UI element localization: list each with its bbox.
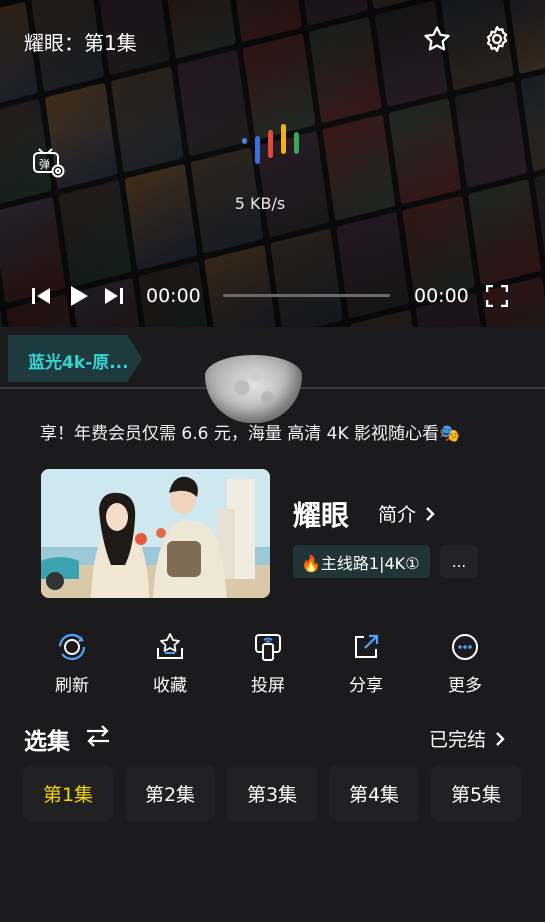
play-icon[interactable] — [68, 283, 90, 309]
gear-icon[interactable] — [480, 22, 514, 56]
player-title: 耀眼：第1集 — [24, 31, 137, 55]
current-time: 00:00 — [146, 285, 201, 307]
skip-next-icon[interactable] — [103, 283, 125, 309]
more-button[interactable]: 更多 — [430, 632, 500, 696]
sort-swap-icon[interactable] — [84, 723, 112, 749]
episode-status-label: 已完结 — [429, 729, 487, 751]
more-label: 更多 — [448, 676, 482, 696]
show-thumbnail[interactable] — [41, 469, 270, 598]
star-icon[interactable] — [420, 22, 454, 56]
cast-label: 投屏 — [251, 676, 285, 696]
refresh-button[interactable]: 刷新 — [37, 632, 107, 696]
seek-bar[interactable] — [223, 294, 390, 297]
share-button[interactable]: 分享 — [331, 632, 401, 696]
episode-button[interactable]: 第3集 — [227, 766, 317, 821]
more-lines-chip[interactable]: ... — [440, 545, 478, 578]
refresh-label: 刷新 — [55, 676, 89, 696]
favorite-icon — [157, 633, 183, 659]
episode-button[interactable]: 第1集 — [23, 766, 113, 821]
line-selector-chip[interactable]: 🔥主线路1|4K① — [293, 545, 430, 578]
favorite-label: 收藏 — [153, 676, 187, 696]
cast-screen-icon — [255, 634, 281, 661]
favorite-button[interactable]: 收藏 — [135, 632, 205, 696]
episode-button[interactable]: 第4集 — [329, 766, 419, 821]
chevron-right-icon — [426, 506, 435, 521]
svg-text:弹: 弹 — [39, 157, 50, 171]
danmaku-settings-icon[interactable]: 弹 — [30, 144, 66, 180]
fullscreen-icon[interactable] — [485, 283, 509, 309]
refresh-icon — [58, 633, 86, 661]
source-tab-active[interactable]: 蓝光4k-原... — [8, 335, 142, 382]
announcement-marquee: 享！年费会员仅需 6.6 元，海量 高清 4K 影视随心看🎭 — [40, 424, 461, 444]
video-player[interactable]: 耀眼：第1集 弹 5 KB/s 00:00 00:00 — [0, 0, 545, 327]
episode-button[interactable]: 第2集 — [125, 766, 215, 821]
episode-button[interactable]: 第5集 — [431, 766, 521, 821]
total-time: 00:00 — [414, 285, 469, 307]
episode-status-link[interactable]: 已完结 — [429, 725, 506, 752]
download-speed: 5 KB/s — [234, 194, 286, 213]
skip-previous-icon[interactable] — [30, 283, 52, 309]
chevron-right-icon — [496, 731, 505, 746]
more-icon — [452, 634, 478, 660]
share-icon — [355, 634, 379, 658]
moon-decoration — [205, 355, 302, 423]
loading-indicator — [242, 124, 299, 164]
episodes-header: 选集 — [24, 729, 70, 755]
share-label: 分享 — [349, 676, 383, 696]
intro-label: 简介 — [378, 504, 417, 526]
intro-link[interactable]: 简介 — [378, 500, 436, 527]
show-title: 耀眼 — [293, 499, 350, 532]
cast-button[interactable]: 投屏 — [233, 632, 303, 696]
